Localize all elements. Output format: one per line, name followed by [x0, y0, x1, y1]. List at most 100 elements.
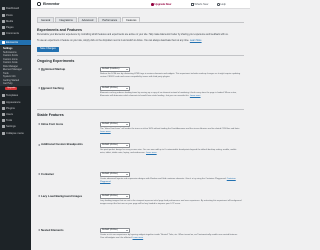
feature-description: Reduce the DOM size by eliminating HTML …	[100, 73, 241, 78]
feature-description: Lazy loading images that are not in the …	[100, 200, 242, 205]
menu-item-posts[interactable]: Posts	[2, 13, 30, 18]
elementor-icon	[2, 41, 5, 44]
feature-description: The "Inline Font Icons" will render the …	[100, 128, 242, 133]
menu-item-collapse[interactable]: Collapse menu	[2, 131, 30, 136]
chevron-down-icon	[126, 124, 128, 126]
menu-item-label: Appearance	[6, 101, 21, 104]
whats-new-button[interactable]: What's New	[191, 3, 208, 6]
feature-state-select[interactable]: Default (Active)	[100, 143, 130, 148]
help-button[interactable]: Help	[217, 3, 226, 6]
feature-description-text: The "Inline Font Icons" will render the …	[100, 128, 240, 130]
menu-item-label: Media	[6, 20, 14, 23]
upgrade-now-label: Upgrade Now	[154, 3, 172, 6]
feature-description-text: Create a rich user experience by layerin…	[100, 234, 238, 239]
templates-icon	[2, 94, 5, 97]
menu-item-label: Elementor	[6, 41, 19, 44]
learn-more-link[interactable]: Learn more	[133, 237, 144, 239]
menu-item-label: Dashboard	[6, 7, 20, 10]
chevron-down-icon	[126, 196, 128, 198]
menu-item-label: Posts	[6, 14, 13, 17]
feature-description-text: Get pixel-perfect design for every scree…	[100, 149, 237, 154]
feature-state-value: Default (Active)	[102, 144, 118, 146]
submenu-item-get-help[interactable]: Get Help	[3, 82, 12, 85]
feature-state-select[interactable]: Default (Active)	[100, 228, 130, 233]
learn-more-link[interactable]: Learn more	[146, 152, 157, 154]
menu-item-elementor[interactable]: Elementor	[0, 40, 31, 45]
menu-item-users[interactable]: Users	[2, 112, 30, 117]
learn-more-link[interactable]: Learn More	[190, 40, 202, 42]
save-changes-button[interactable]: Save Changes	[37, 47, 59, 52]
feature-state-value: Default (Active)	[102, 195, 118, 197]
upgrade-now-link[interactable]: Upgrade Now	[151, 3, 171, 6]
menu-item-media[interactable]: Media	[2, 19, 30, 24]
feature-additional-breakpoints: Additional Custom Breakpoints Default (A…	[37, 142, 244, 165]
menu-item-pages[interactable]: Pages	[2, 25, 30, 30]
posts-icon	[2, 14, 5, 17]
note-text-body: To use an experiment or feature on your …	[37, 40, 190, 42]
note-text: To use an experiment or feature on your …	[37, 40, 242, 43]
plugins-icon	[2, 107, 5, 110]
crown-icon	[151, 3, 154, 6]
feature-optimized-markup: Optimized Markup Beta Default (Inactive)…	[37, 67, 244, 83]
feature-nested-elements: Nested Elements Default (Active) Create …	[37, 228, 244, 248]
feature-state-select[interactable]: Default (Active)	[100, 122, 130, 127]
feature-description: Create a rich user experience by layerin…	[100, 234, 242, 239]
feature-state-select[interactable]: Default (Inactive)	[100, 67, 130, 72]
upgrade-badge[interactable]: Upgrade	[5, 87, 18, 90]
menu-item-dashboard[interactable]: Dashboard	[2, 6, 30, 11]
beta-badge: Beta	[41, 70, 46, 73]
feature-state-select[interactable]: Default (Active)	[100, 86, 130, 91]
intro-text-body: Personalize your Elementor experience by…	[37, 34, 229, 36]
feature-state-value: Default (Active)	[102, 123, 118, 125]
feature-name: Inline Font Icons	[41, 122, 64, 126]
comments-icon	[2, 32, 5, 35]
menu-item-label: Settings	[6, 125, 16, 128]
menu-item-settings[interactable]: Settings	[2, 124, 30, 129]
gift-icon	[191, 3, 194, 6]
learn-more-link[interactable]: Learn more	[190, 95, 201, 97]
chevron-down-icon	[126, 174, 128, 176]
beta-badge: Beta	[41, 89, 46, 92]
feature-state-value: Default (Active)	[102, 87, 118, 89]
feature-name: Nested Elements	[41, 228, 64, 232]
feature-state-value: Default (Active)	[102, 229, 118, 231]
elementor-logo-icon	[37, 2, 41, 6]
menu-item-label: Users	[6, 113, 14, 116]
feature-state-value: Default (Inactive)	[102, 68, 120, 70]
dashboard-icon	[2, 7, 5, 10]
menu-item-label: Collapse menu	[6, 132, 24, 135]
feature-state-select[interactable]: Default (Active)	[100, 172, 130, 177]
settings-icon	[2, 125, 5, 128]
whats-new-label: What's New	[194, 3, 209, 6]
feature-lazy-load-backgrounds: Lazy Load Background Images Default (Act…	[37, 194, 244, 216]
media-icon	[2, 20, 5, 23]
menu-item-comments[interactable]: Comments	[2, 31, 30, 36]
pages-icon	[2, 26, 5, 29]
feature-name: Container	[41, 172, 55, 176]
feature-element-caching: Element Caching Beta Default (Active) El…	[37, 86, 244, 104]
chevron-down-icon	[126, 230, 128, 232]
menu-item-templates[interactable]: Templates	[2, 93, 30, 98]
chevron-down-icon	[126, 69, 128, 71]
menu-item-label: Comments	[6, 32, 19, 35]
collapse-icon	[2, 132, 5, 135]
brand-name: Elementor	[43, 2, 60, 6]
feature-state-select[interactable]: Default (Active)	[100, 194, 130, 199]
chevron-down-icon	[126, 88, 128, 90]
feature-name: Lazy Load Background Images	[41, 194, 83, 198]
intro-text: Personalize your Elementor experience by…	[37, 34, 242, 37]
learn-more-link[interactable]: Learn more	[100, 131, 111, 133]
menu-item-plugins[interactable]: Plugins	[2, 106, 30, 111]
menu-item-label: Tools	[6, 119, 13, 122]
section-divider	[37, 109, 244, 110]
admin-sidebar: Dashboard Posts Media Pages Comments Ele…	[0, 0, 31, 250]
feature-inline-font-icons: Inline Font Icons Default (Active) The "…	[37, 122, 244, 138]
appearance-icon	[2, 101, 5, 104]
ongoing-experiments-title: Ongoing Experiments	[37, 59, 75, 63]
section-divider	[37, 55, 244, 56]
feature-state-value: Default (Active)	[102, 173, 118, 175]
menu-item-appearance[interactable]: Appearance	[2, 100, 30, 105]
menu-item-tools[interactable]: Tools	[2, 118, 30, 123]
feature-description-text: Create advanced layouts and responsive d…	[100, 178, 227, 180]
feature-description-text: Elements caching reduces loading times b…	[100, 92, 237, 97]
